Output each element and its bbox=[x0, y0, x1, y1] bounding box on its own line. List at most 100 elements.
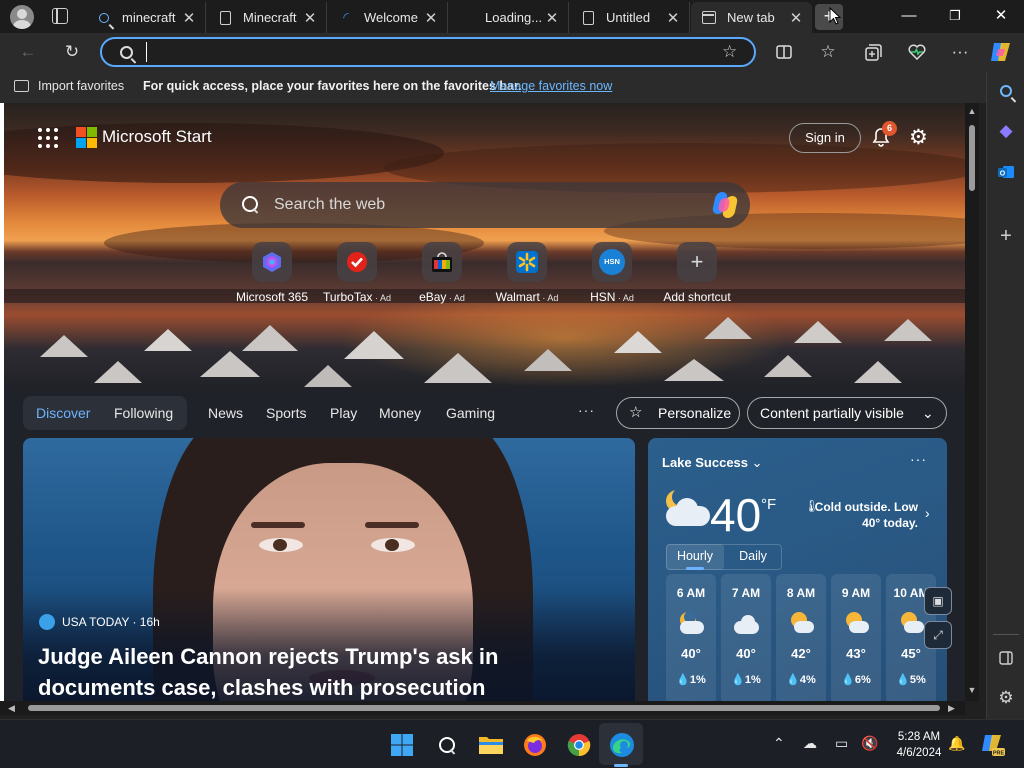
shortcut-microsoft-365[interactable]: Microsoft 365 bbox=[227, 242, 317, 304]
tab-actions-icon[interactable] bbox=[52, 8, 68, 24]
weather-description: Cold outside. Low 40° today. bbox=[814, 500, 918, 530]
file-explorer-icon[interactable] bbox=[476, 730, 506, 760]
hourly-forecast-item: 9 AM 43° 💧6% bbox=[831, 574, 881, 701]
tab-sports[interactable]: Sports bbox=[266, 405, 306, 421]
maximize-button[interactable]: ❐ bbox=[932, 0, 978, 32]
tab-close-icon[interactable]: ✕ bbox=[179, 9, 199, 27]
tab-close-icon[interactable]: ✕ bbox=[663, 9, 683, 27]
story-headline[interactable]: Judge Aileen Cannon rejects Trump's ask … bbox=[38, 641, 578, 701]
tab-close-icon[interactable]: ✕ bbox=[300, 9, 320, 27]
expand-icon[interactable]: ⤢ bbox=[924, 621, 952, 649]
notification-bell-icon[interactable]: 🔔 bbox=[948, 735, 965, 752]
tab-close-icon[interactable]: ✕ bbox=[786, 9, 806, 27]
tab-discover[interactable]: Discover bbox=[36, 405, 90, 421]
favorites-bar: Import favorites For quick access, place… bbox=[0, 71, 986, 103]
add-shortcut-button[interactable]: + Add shortcut bbox=[652, 242, 742, 304]
address-input[interactable] bbox=[146, 42, 706, 62]
favorites-button[interactable]: ☆ bbox=[815, 40, 841, 64]
copilot-button[interactable] bbox=[988, 40, 1014, 64]
sidebar-copilot-icon[interactable]: ◆ bbox=[993, 118, 1019, 144]
refresh-button[interactable]: ↻ bbox=[59, 40, 85, 64]
more-categories-button[interactable]: ··· bbox=[578, 402, 595, 418]
sidebar-outlook-icon[interactable]: O bbox=[993, 159, 1019, 185]
web-search-box[interactable] bbox=[220, 182, 750, 228]
firefox-icon[interactable] bbox=[520, 730, 550, 760]
favorite-star-icon[interactable]: ☆ bbox=[722, 42, 737, 62]
tab-minecraft-search[interactable]: minecraft ✕ bbox=[86, 2, 206, 33]
scroll-right-arrow-icon[interactable]: ▶ bbox=[948, 701, 955, 715]
onedrive-icon[interactable]: ☁ bbox=[803, 735, 817, 752]
copilot-preview-icon[interactable]: PRE bbox=[978, 730, 1008, 760]
browser-essentials-button[interactable] bbox=[904, 40, 930, 64]
loading-icon: ◜ bbox=[343, 9, 349, 25]
tab-news[interactable]: News bbox=[208, 405, 243, 421]
shortcut-label: TurboTax bbox=[322, 290, 373, 304]
tab-untitled[interactable]: Untitled ✕ bbox=[570, 2, 690, 33]
shortcut-hsn[interactable]: HSN HSN · Ad bbox=[567, 242, 657, 304]
weather-tab-daily[interactable]: Daily bbox=[724, 544, 782, 570]
import-favorites-button[interactable]: Import favorites bbox=[14, 79, 124, 93]
scroll-up-arrow-icon[interactable]: ▲ bbox=[965, 106, 979, 116]
profile-avatar[interactable] bbox=[10, 5, 34, 29]
ebay-bag-icon bbox=[422, 242, 462, 282]
tab-welcome[interactable]: ◜ Welcome ✕ bbox=[328, 2, 448, 33]
close-window-button[interactable]: ✕ bbox=[978, 0, 1024, 32]
tab-title: New tab bbox=[727, 10, 775, 25]
taskbar-clock[interactable]: 5:28 AM 4/6/2024 bbox=[890, 729, 948, 761]
tab-close-icon[interactable]: ✕ bbox=[421, 9, 441, 27]
image-info-icon[interactable]: ▣ bbox=[924, 587, 952, 615]
personalize-button[interactable]: ☆ Personalize bbox=[616, 397, 740, 429]
manage-favorites-link[interactable]: Manage favorites now bbox=[490, 79, 612, 93]
show-hidden-icons-chevron-icon[interactable]: ⌃ bbox=[773, 735, 785, 752]
display-icon[interactable]: ▭ bbox=[835, 735, 848, 752]
weather-card[interactable]: Lake Success ⌄ ··· 40 °F 🌡 Cold outside.… bbox=[648, 438, 947, 701]
weather-more-button[interactable]: ··· bbox=[910, 451, 927, 467]
top-story-card[interactable]: USA TODAY · 16h Judge Aileen Cannon reje… bbox=[23, 438, 635, 701]
taskbar-search-icon[interactable] bbox=[432, 730, 462, 760]
tab-gaming[interactable]: Gaming bbox=[446, 405, 495, 421]
app-launcher-icon[interactable] bbox=[38, 128, 58, 148]
search-icon bbox=[242, 196, 258, 212]
settings-more-button[interactable]: ··· bbox=[947, 40, 973, 64]
tab-minecraft[interactable]: Minecraft ✕ bbox=[207, 2, 327, 33]
split-screen-button[interactable] bbox=[771, 40, 797, 64]
volume-muted-icon[interactable]: 🔇 bbox=[861, 735, 878, 752]
collections-button[interactable] bbox=[860, 40, 886, 64]
tab-title: Welcome bbox=[364, 10, 418, 25]
tab-new-tab[interactable]: New tab ✕ bbox=[691, 2, 812, 33]
weather-location[interactable]: Lake Success ⌄ bbox=[662, 455, 763, 471]
copilot-icon[interactable] bbox=[710, 192, 740, 218]
chrome-icon[interactable] bbox=[564, 730, 594, 760]
sidebar-hide-icon[interactable] bbox=[993, 645, 1019, 671]
tab-loading[interactable]: Loading... ✕ bbox=[449, 2, 569, 33]
chevron-down-icon: ⌄ bbox=[751, 455, 763, 470]
back-button[interactable]: ← bbox=[15, 40, 41, 64]
edge-icon[interactable] bbox=[607, 730, 637, 760]
shortcut-turbotax[interactable]: TurboTax · Ad bbox=[312, 242, 402, 304]
content-visibility-dropdown[interactable]: Content partially visible ⌄ bbox=[747, 397, 947, 429]
tab-money[interactable]: Money bbox=[379, 405, 421, 421]
sign-in-button[interactable]: Sign in bbox=[789, 123, 861, 153]
scroll-down-arrow-icon[interactable]: ▼ bbox=[965, 685, 979, 695]
sidebar-settings-icon[interactable]: ⚙ bbox=[993, 685, 1019, 711]
sparkle-star-icon: ☆ bbox=[629, 404, 643, 421]
shortcut-label: eBay bbox=[419, 290, 447, 304]
shortcut-walmart[interactable]: Walmart · Ad bbox=[482, 242, 572, 304]
address-bar[interactable]: ☆ bbox=[100, 37, 756, 67]
tab-following[interactable]: Following bbox=[114, 405, 173, 421]
minimize-button[interactable]: — bbox=[886, 0, 932, 32]
newtab-icon bbox=[701, 10, 717, 26]
start-button[interactable] bbox=[387, 730, 417, 760]
horizontal-scrollbar[interactable]: ◀ ▶ bbox=[0, 701, 965, 715]
tab-close-icon[interactable]: ✕ bbox=[542, 9, 562, 27]
page-settings-gear-icon[interactable]: ⚙ bbox=[909, 125, 928, 150]
scroll-left-arrow-icon[interactable]: ◀ bbox=[8, 701, 15, 715]
shortcut-ebay[interactable]: eBay · Ad bbox=[397, 242, 487, 304]
vertical-scrollbar[interactable]: ▲ ▼ bbox=[965, 103, 979, 701]
sidebar-add-icon[interactable]: + bbox=[993, 223, 1019, 249]
sidebar-search-icon[interactable] bbox=[993, 78, 1019, 104]
web-search-input[interactable] bbox=[274, 194, 674, 216]
microsoft-logo bbox=[76, 127, 97, 148]
chevron-right-icon[interactable]: › bbox=[925, 505, 930, 521]
tab-play[interactable]: Play bbox=[330, 405, 357, 421]
